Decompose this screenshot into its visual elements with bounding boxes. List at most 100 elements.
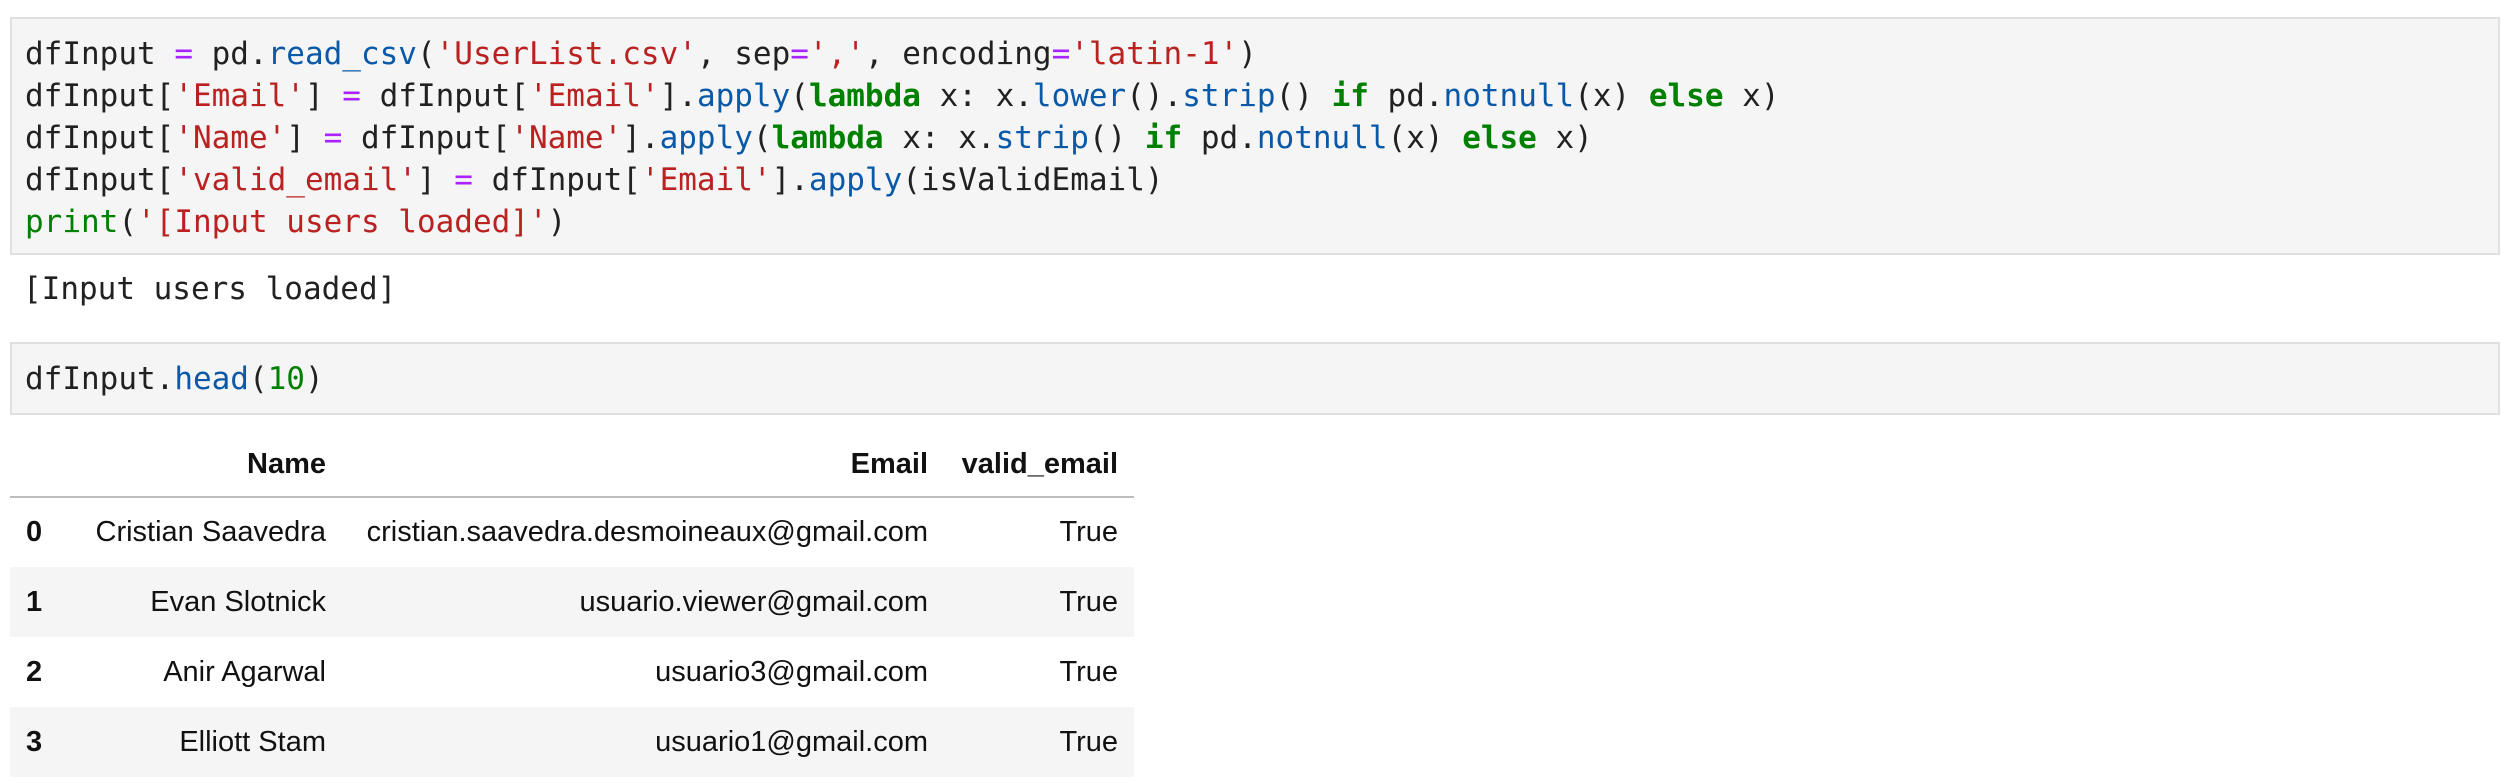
code-token: pd.	[1182, 120, 1257, 156]
code-line: print('[Input users loaded]')	[25, 201, 2498, 243]
name-cell: Cristian Saavedra	[95, 516, 327, 548]
code-token: ()	[1088, 120, 1145, 156]
code-token: (	[248, 361, 268, 397]
code-token: notnull	[1443, 78, 1575, 114]
code-token: 10	[267, 361, 305, 397]
code-token: ]	[416, 162, 455, 198]
code-token: else	[1462, 120, 1537, 156]
email-cell: usuario3@gmail.com	[655, 655, 928, 688]
code-token: x)	[1723, 78, 1780, 114]
code-token: dfInput[	[342, 120, 511, 156]
code-token: head	[174, 361, 249, 397]
table-row: 0 Cristian Saavedra cristian.saavedra.de…	[10, 497, 1134, 567]
code-token: if	[1144, 120, 1183, 156]
code-token: 'valid_email'	[174, 162, 417, 198]
code-token: dfInput[	[25, 78, 175, 114]
column-header-email: Email	[338, 433, 940, 498]
code-token: (isValidEmail)	[902, 162, 1164, 198]
code-token: 'latin-1'	[1070, 36, 1239, 72]
code-token: apply	[696, 78, 791, 114]
code-token: (x)	[1387, 120, 1463, 156]
code-token: (x)	[1574, 78, 1649, 114]
code-token: dfInput[	[25, 120, 175, 156]
code-token: dfInput[	[360, 78, 529, 114]
code-token: =	[342, 78, 361, 114]
code-token: =	[454, 162, 473, 198]
valid-email-cell: True	[1059, 725, 1118, 758]
row-index: 2	[26, 655, 43, 688]
code-token: ].	[771, 162, 809, 198]
code-token: , encoding	[864, 36, 1052, 72]
code-cell-head[interactable]: dfInput.head(10)	[10, 342, 2500, 415]
code-token: strip	[1182, 78, 1276, 114]
code-token: ()	[1275, 78, 1332, 114]
code-line: dfInput['valid_email'] = dfInput['Email'…	[25, 159, 2498, 201]
code-token: 'Name'	[174, 120, 287, 156]
code-token: read_csv	[267, 36, 417, 72]
code-token: strip	[995, 120, 1089, 156]
code-token: lower	[1032, 78, 1127, 114]
table-row: 1 Evan Slotnick usuario.viewer@gmail.com…	[10, 567, 1134, 637]
code-token: ]	[304, 78, 343, 114]
code-token: (	[790, 78, 809, 114]
name-cell: Evan Slotnick	[150, 585, 326, 618]
code-token: apply	[659, 120, 753, 156]
cell-output-text: [Input users loaded]	[23, 271, 397, 307]
code-token: pd.	[192, 36, 268, 72]
code-token: =	[1051, 36, 1071, 72]
code-token: ]	[286, 120, 324, 156]
code-token: dfInput[	[25, 162, 175, 198]
code-line: dfInput['Email'] = dfInput['Email'].appl…	[25, 75, 2498, 117]
code-token: lambda	[808, 78, 921, 114]
column-header-name: Name	[78, 433, 338, 498]
table-row: 3 Elliott Stam usuario1@gmail.com True	[10, 707, 1134, 777]
code-token: notnull	[1256, 120, 1388, 156]
dataframe-table: Name Email valid_email 0 Cristian Saaved…	[10, 433, 1134, 777]
code-token: ].	[622, 120, 660, 156]
code-token: 'Email'	[528, 78, 660, 114]
code-token: x: x.	[883, 120, 996, 156]
code-token: '[Input users loaded]'	[137, 204, 548, 240]
code-line: dfInput['Name'] = dfInput['Name'].apply(…	[25, 117, 2498, 159]
code-token: )	[304, 361, 324, 397]
code-token: else	[1648, 78, 1724, 114]
code-token: =	[323, 120, 343, 156]
code-token: )	[547, 204, 567, 240]
code-cell-input[interactable]: dfInput = pd.read_csv('UserList.csv', se…	[10, 17, 2500, 255]
code-token: 'Email'	[640, 162, 772, 198]
table-row: 2 Anir Agarwal usuario3@gmail.com True	[10, 637, 1134, 707]
email-cell: usuario1@gmail.com	[655, 725, 928, 758]
name-cell: Anir Agarwal	[163, 655, 326, 688]
code-token: apply	[808, 162, 903, 198]
row-index: 1	[26, 585, 43, 618]
code-token: 'Email'	[174, 78, 305, 114]
code-token: x)	[1536, 120, 1593, 156]
code-line: dfInput = pd.read_csv('UserList.csv', se…	[25, 33, 2498, 75]
code-token: )	[1238, 36, 1257, 72]
code-token: (	[118, 204, 137, 240]
code-token: lambda	[771, 120, 884, 156]
row-index: 3	[26, 725, 43, 758]
valid-email-cell: True	[1059, 585, 1118, 618]
email-cell: usuario.viewer@gmail.com	[579, 585, 928, 618]
code-token: x: x.	[920, 78, 1033, 114]
code-token: if	[1331, 78, 1369, 114]
code-token: , sep	[696, 36, 791, 72]
valid-email-cell: True	[1059, 655, 1118, 688]
name-cell: Elliott Stam	[179, 725, 326, 758]
code-token: 'Name'	[510, 120, 623, 156]
code-line: dfInput.head(10)	[25, 358, 2498, 400]
code-token: ','	[808, 36, 865, 72]
code-token: 'UserList.csv'	[435, 36, 697, 72]
code-token: (	[416, 36, 436, 72]
code-token: dfInput	[25, 36, 175, 72]
row-index: 0	[26, 516, 43, 548]
code-token: (	[752, 120, 772, 156]
email-cell: cristian.saavedra.desmoineaux@gmail.com	[366, 516, 928, 548]
table-header-row: Name Email valid_email	[10, 433, 1134, 498]
code-token: pd.	[1368, 78, 1444, 114]
code-token: =	[790, 36, 809, 72]
code-token: dfInput[	[472, 162, 641, 198]
code-token: =	[174, 36, 193, 72]
valid-email-cell: True	[1059, 516, 1118, 548]
